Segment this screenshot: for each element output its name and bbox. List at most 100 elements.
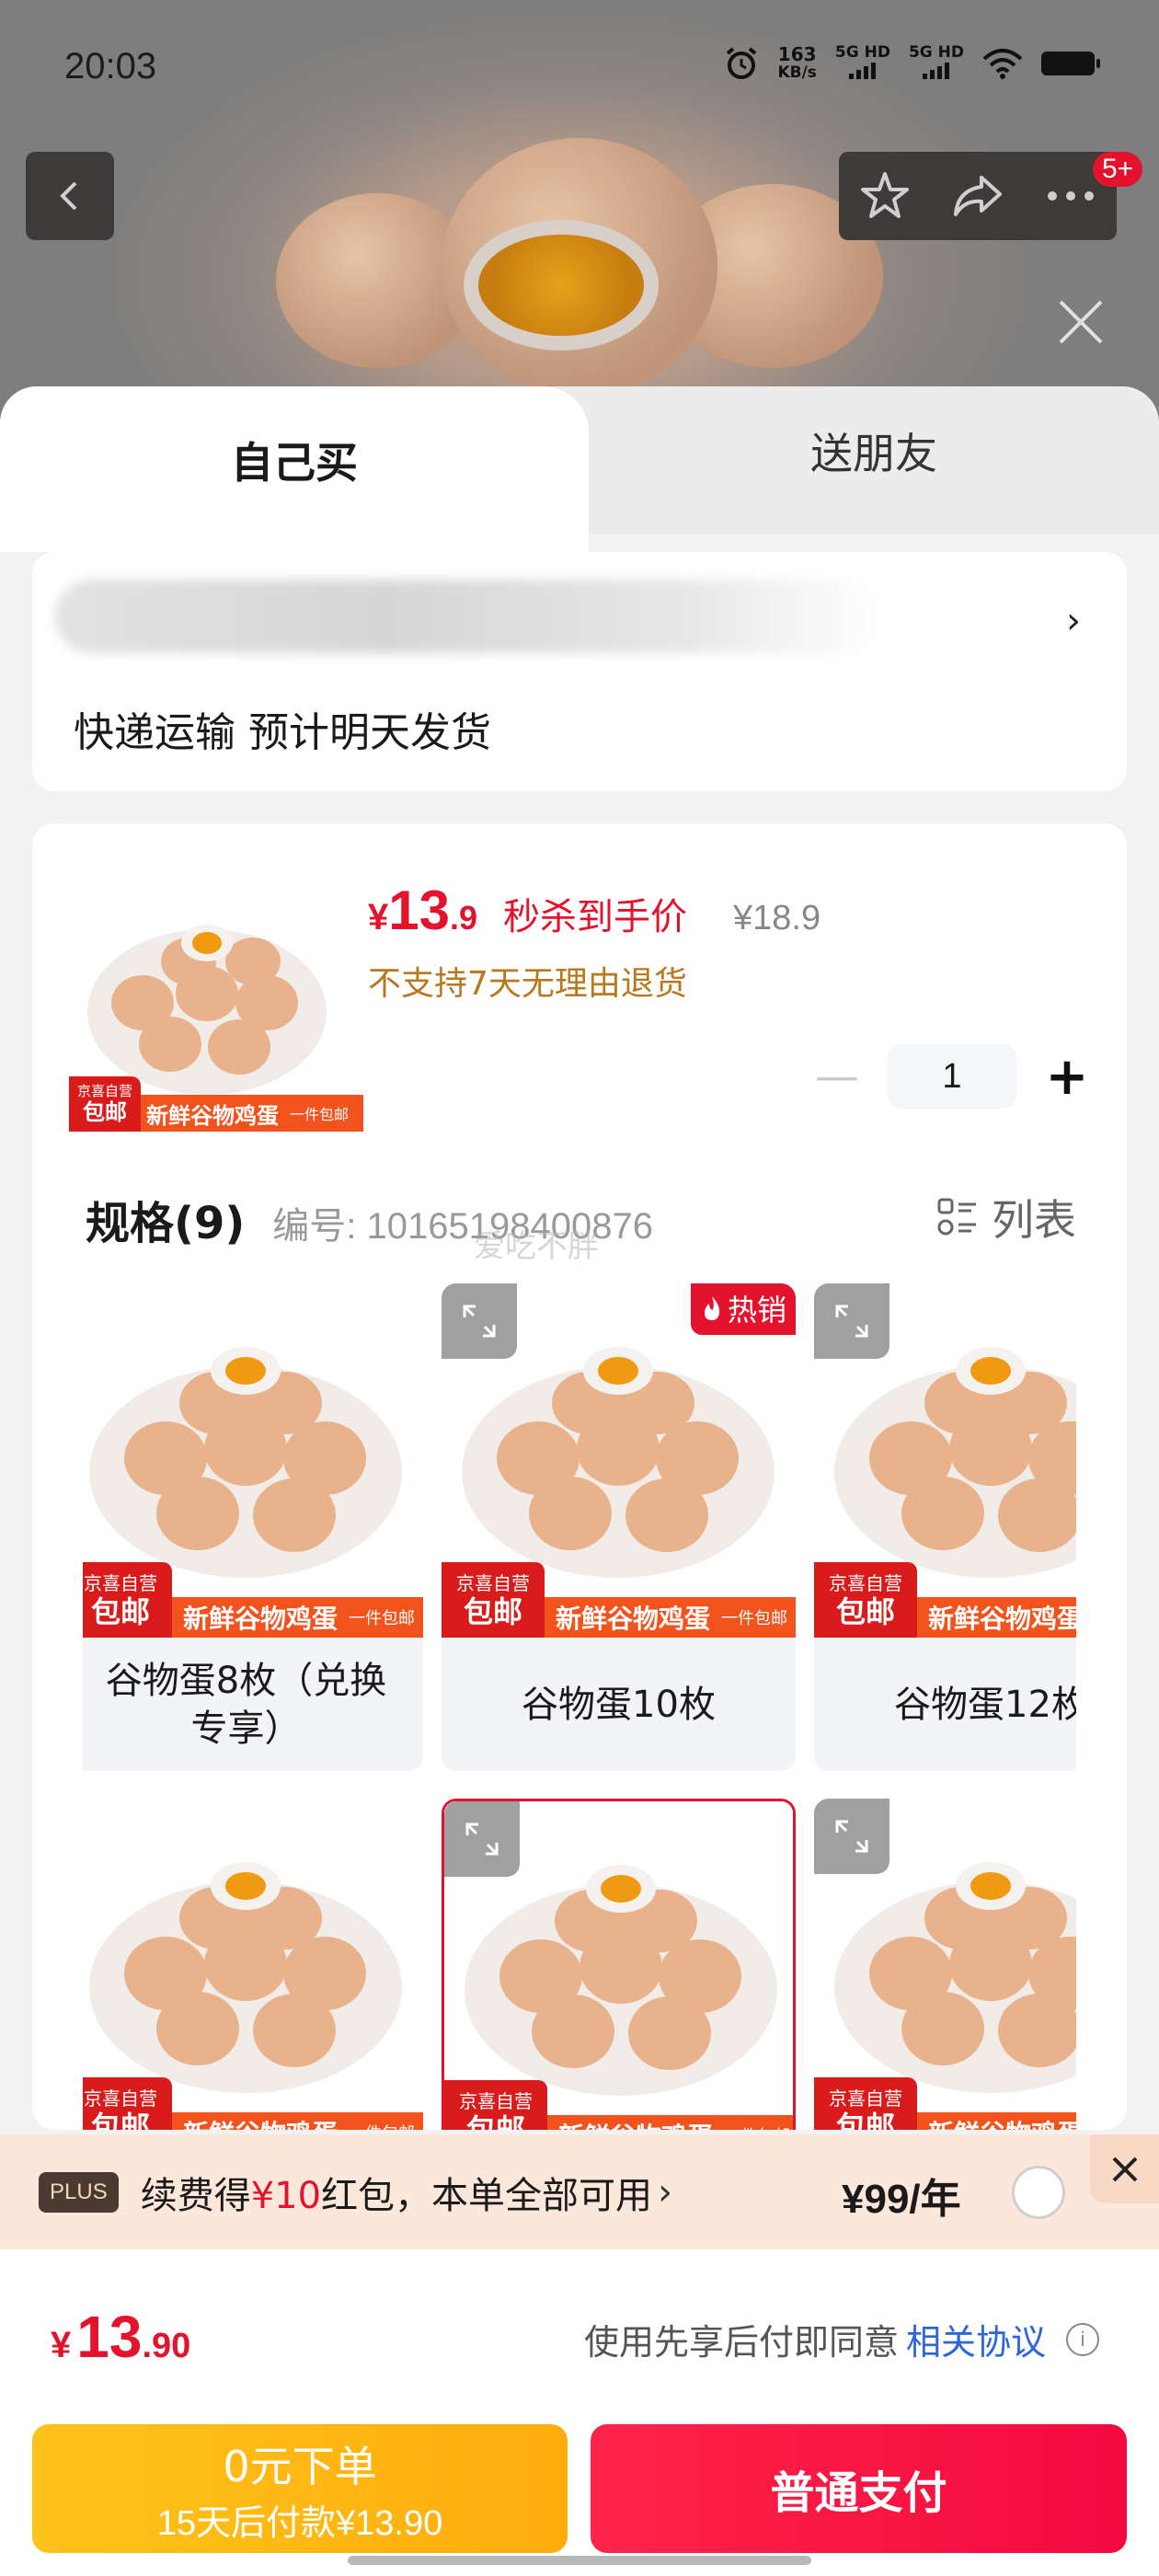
spec-option[interactable]: 新鲜谷物鸡蛋一件包邮京喜自营包邮 <box>814 1799 1076 2130</box>
wifi-icon <box>982 49 1023 79</box>
info-icon[interactable]: i <box>1066 2322 1099 2356</box>
net-speed: 163 KB/s <box>777 45 816 82</box>
purchase-sheet: 送朋友 自己买 › 快递运输 预计明天发货 新鲜谷物鸡蛋 一件包邮 京喜自营 包… <box>0 386 1159 2576</box>
plus-radio[interactable] <box>1012 2166 1065 2219</box>
strip-small: 一件包邮 <box>349 1609 416 1628</box>
address-blurred <box>55 580 883 653</box>
total-symbol: ¥ <box>51 2325 72 2365</box>
product-card: 新鲜谷物鸡蛋 一件包邮 京喜自营 包邮 ¥13.9 秒杀到手价 ¥18.9 不支… <box>32 823 1127 2130</box>
total-integer: 13 <box>76 2304 143 2370</box>
more-icon[interactable] <box>1043 187 1098 205</box>
status-time: 20:03 <box>64 46 157 86</box>
chevron-right-icon: › <box>1066 600 1081 642</box>
spec-option[interactable]: 新鲜谷物鸡蛋一件包邮京喜自营包邮谷物蛋12枚 <box>814 1283 1076 1771</box>
strip-text: 新鲜谷物鸡蛋 <box>146 1102 279 1129</box>
price-line: ¥13.9 秒杀到手价 ¥18.9 <box>368 879 820 942</box>
tab-buy-self[interactable]: 自己买 <box>0 386 589 552</box>
spec-option-label: 谷物蛋8枚（兑换专享） <box>105 1659 387 1750</box>
plus-text-highlight: ¥10 <box>250 2174 322 2217</box>
badge-line-1: 京喜自营 <box>456 1572 530 1594</box>
original-price: ¥18.9 <box>733 899 821 937</box>
spec-option[interactable]: 新鲜谷物鸡蛋 一件包邮 京喜自营 包邮谷物蛋8枚（兑换专享） <box>83 1283 423 1771</box>
agree-text: 使用先享后付即同意 <box>583 2322 899 2363</box>
egg-yolk <box>478 235 644 336</box>
expand-image-button[interactable] <box>814 1799 889 1874</box>
spec-option[interactable]: 新鲜谷物鸡蛋 一件包邮 京喜自营包邮 <box>83 1799 423 2130</box>
plus-text-a: 续费得 <box>140 2174 251 2217</box>
strip-text: 新鲜谷物鸡蛋 <box>928 2114 1076 2130</box>
normal-pay-button[interactable]: 普通支付 <box>591 2424 1127 2553</box>
jd-self-badge: 京喜自营 包邮 <box>442 1562 545 1638</box>
expand-image-button[interactable] <box>814 1283 889 1359</box>
badge-line-2: 包邮 <box>90 1594 150 1629</box>
expand-image-button[interactable] <box>442 1283 517 1359</box>
tab-send-friend[interactable]: 送朋友 <box>589 386 1159 534</box>
expand-icon <box>463 1305 496 1338</box>
action-row: 0元下单 15天后付款¥13.90 普通支付 <box>0 2410 1159 2576</box>
spec-title: 规格(9) <box>86 1198 246 1249</box>
pay-later-title: 0元下单 <box>223 2441 377 2491</box>
signal-2-label: 5G HD <box>908 43 964 62</box>
plus-logo: PLUS <box>39 2171 119 2213</box>
price-decimal: .9 <box>450 899 478 937</box>
strip-text: 新鲜谷物鸡蛋 <box>928 1604 1076 1634</box>
status-icons: 163 KB/s 5G HD 5G HD <box>724 43 1100 83</box>
signal-bars-icon <box>923 61 950 79</box>
watermark: 爱吃不胖 <box>474 1228 599 1265</box>
plus-offer-text: 续费得¥10红包，本单全部可用 <box>141 2166 652 2219</box>
plus-text-b: 红包，本单全部可用 <box>321 2174 653 2217</box>
strip-small: 一件包邮 <box>721 1609 788 1628</box>
address-card[interactable]: › 快递运输 预计明天发货 <box>32 552 1127 791</box>
expand-icon <box>465 1823 499 1856</box>
agreement-link[interactable]: 相关协议 <box>906 2314 1046 2364</box>
quantity-value[interactable]: 1 <box>888 1044 1016 1109</box>
battery-icon <box>1041 52 1100 75</box>
jd-self-badge: 京喜自营 包邮 <box>83 2077 172 2130</box>
close-icon <box>1112 2156 1137 2181</box>
shipping-info: 快递运输 预计明天发货 <box>74 709 491 756</box>
strip-text: 新鲜谷物鸡蛋 <box>183 1604 339 1634</box>
badge-line-1: 京喜自营 <box>84 2087 157 2110</box>
plus-close-button[interactable] <box>1090 2134 1159 2203</box>
product-thumbnail[interactable]: 新鲜谷物鸡蛋 一件包邮 京喜自营 包邮 <box>69 892 363 1132</box>
quantity-stepper: — 1 + <box>805 1044 1099 1109</box>
total-price: ¥13.90 <box>51 2303 190 2371</box>
signal-bars-icon <box>849 61 877 79</box>
spec-option-label: 谷物蛋12枚 <box>894 1683 1076 1726</box>
signal-1-label: 5G HD <box>834 43 890 62</box>
list-view-toggle[interactable]: 列表 <box>936 1187 1076 1248</box>
badge-line-2: 包邮 <box>83 1099 127 1125</box>
strip-text: 新鲜谷物鸡蛋 <box>183 2114 338 2130</box>
price-symbol: ¥ <box>368 897 389 937</box>
home-indicator[interactable] <box>348 2556 811 2565</box>
close-icon <box>1059 300 1103 344</box>
badge-line-1: 京喜自营 <box>84 1572 157 1594</box>
message-badge: 5+ <box>1093 152 1143 187</box>
spec-option-image: 新鲜谷物鸡蛋一件包邮 京喜自营包邮 <box>83 1283 423 1638</box>
spec-option[interactable]: 新鲜谷物鸡蛋 一件包邮 京喜自营 包邮 热销 谷物蛋10枚 <box>442 1283 796 1771</box>
expand-icon <box>835 1305 868 1338</box>
net-speed-unit: KB/s <box>777 63 817 82</box>
jd-self-badge: 京喜自营 包邮 <box>444 2080 547 2130</box>
plus-membership-bar[interactable]: PLUS 续费得¥10红包，本单全部可用 › ¥99/年 <box>0 2134 1159 2249</box>
strip-small: 一件包邮 <box>724 2123 790 2130</box>
badge-line-1: 京喜自营 <box>76 1083 132 1099</box>
share-icon[interactable] <box>950 168 1005 224</box>
quantity-increase-button[interactable]: + <box>1035 1044 1099 1109</box>
spec-option[interactable]: 新鲜谷物鸡蛋一件包邮京喜自营包邮 <box>442 1799 796 2130</box>
net-speed-value: 163 <box>777 43 817 65</box>
strip-small: 一件包邮 <box>349 2121 415 2130</box>
signal-1: 5G HD <box>835 44 890 83</box>
spec-option-label: 谷物蛋10枚 <box>522 1683 716 1726</box>
top-action-group <box>839 152 1117 240</box>
back-button[interactable] <box>26 152 114 240</box>
pay-later-button[interactable]: 0元下单 15天后付款¥13.90 <box>32 2424 568 2553</box>
sheet-close-button[interactable] <box>1049 290 1113 354</box>
expand-image-button[interactable] <box>444 1801 520 1877</box>
badge-line-2: 包邮 <box>835 2110 895 2130</box>
jd-self-badge: 京喜自营 包邮 <box>814 1562 917 1638</box>
jd-self-badge: 京喜自营 包邮 <box>69 1076 141 1132</box>
star-icon[interactable] <box>857 168 912 224</box>
quantity-decrease-button[interactable]: — <box>805 1044 869 1109</box>
badge-line-1: 京喜自营 <box>829 2087 902 2110</box>
